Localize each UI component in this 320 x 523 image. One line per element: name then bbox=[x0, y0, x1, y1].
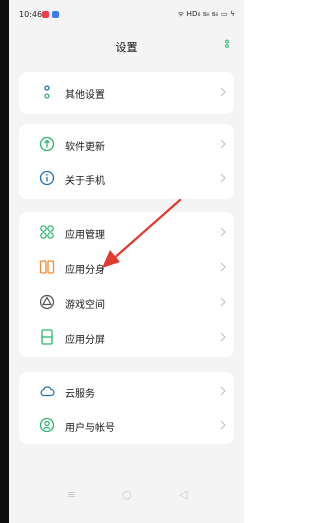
navigation-bar: ≡ ○ ◁ bbox=[9, 482, 244, 508]
home-icon[interactable]: ○ bbox=[122, 488, 132, 501]
back-icon[interactable]: ◁ bbox=[179, 488, 187, 501]
annotation-arrow-icon bbox=[102, 198, 182, 268]
recent-apps-icon[interactable]: ≡ bbox=[67, 488, 76, 501]
